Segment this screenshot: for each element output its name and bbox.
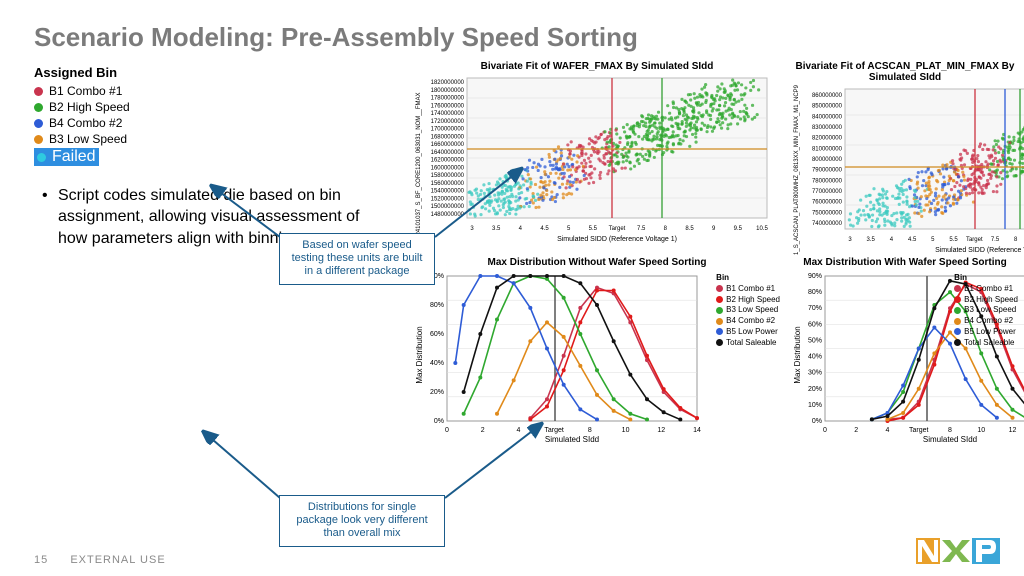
svg-text:1720000000: 1720000000 [431, 119, 465, 125]
chart-legend: BinB1 Combo #1B2 High SpeedB3 Low SpeedB… [954, 273, 1018, 349]
callout-distributions: Distributions for single package look ve… [279, 495, 445, 547]
x-axis-label: Simulated SIDD (Reference Voltage 1) [557, 236, 677, 243]
svg-text:90%: 90% [808, 273, 822, 280]
svg-text:80%: 80% [430, 302, 444, 309]
svg-text:800000000: 800000000 [812, 157, 843, 163]
svg-text:14: 14 [693, 427, 701, 434]
svg-text:0: 0 [823, 427, 827, 434]
svg-text:820000000: 820000000 [812, 136, 843, 142]
svg-text:7.5: 7.5 [991, 237, 1000, 243]
svg-text:8: 8 [1014, 237, 1018, 243]
svg-text:770000000: 770000000 [812, 189, 843, 195]
svg-text:8: 8 [664, 226, 668, 232]
svg-text:4: 4 [886, 427, 890, 434]
svg-text:1780000000: 1780000000 [431, 96, 465, 102]
callout-package: Based on wafer speed testing these units… [279, 233, 435, 285]
chart-title: Max Distribution With Wafer Speed Sortin… [790, 257, 1020, 268]
y-axis-label: 8001_S_ACSCAN_PLAT800MHZ_0813XX_MIN_FMAX… [794, 85, 800, 255]
svg-text:20%: 20% [808, 386, 822, 393]
legend-item: B2 High Speed [34, 100, 396, 114]
svg-text:50%: 50% [808, 337, 822, 344]
svg-text:5.5: 5.5 [589, 226, 598, 232]
svg-text:860000000: 860000000 [812, 93, 843, 99]
svg-text:8: 8 [948, 427, 952, 434]
svg-text:1740000000: 1740000000 [431, 111, 465, 117]
svg-text:5.5: 5.5 [949, 237, 958, 243]
page-title: Scenario Modeling: Pre-Assembly Speed So… [0, 0, 1024, 61]
svg-text:1820000000: 1820000000 [431, 80, 465, 86]
svg-text:60%: 60% [808, 321, 822, 328]
svg-text:12: 12 [657, 427, 665, 434]
svg-text:750000000: 750000000 [812, 210, 843, 216]
chart-legend: BinB1 Combo #1B2 High SpeedB3 Low SpeedB… [716, 273, 780, 349]
nxp-logo-icon [916, 534, 1002, 568]
svg-text:40%: 40% [808, 354, 822, 361]
svg-text:8: 8 [588, 427, 592, 434]
svg-text:30%: 30% [808, 370, 822, 377]
svg-text:12: 12 [1009, 427, 1017, 434]
chart-title: Max Distribution Without Wafer Speed Sor… [412, 257, 782, 268]
svg-text:4: 4 [890, 237, 894, 243]
x-axis-label: Simulated SIdd [545, 435, 599, 444]
svg-text:740000000: 740000000 [812, 221, 843, 227]
svg-text:40%: 40% [430, 360, 444, 367]
svg-text:790000000: 790000000 [812, 168, 843, 174]
svg-text:70%: 70% [808, 305, 822, 312]
svg-text:1640000000: 1640000000 [431, 150, 465, 156]
svg-text:Target: Target [544, 427, 564, 434]
legend-item: B3 Low Speed [34, 132, 396, 146]
legend-item: B1 Combo #1 [34, 84, 396, 98]
footer: 15 EXTERNAL USE [34, 554, 166, 566]
footer-label: EXTERNAL USE [70, 554, 165, 566]
svg-text:3: 3 [848, 237, 852, 243]
svg-text:5: 5 [931, 237, 935, 243]
svg-text:850000000: 850000000 [812, 104, 843, 110]
svg-text:1620000000: 1620000000 [431, 158, 465, 164]
svg-text:20%: 20% [430, 389, 444, 396]
svg-text:10: 10 [622, 427, 630, 434]
svg-text:1800000000: 1800000000 [431, 88, 465, 94]
y-axis-label: Max Distribution [415, 326, 424, 383]
svg-text:840000000: 840000000 [812, 114, 843, 120]
svg-text:1760000000: 1760000000 [431, 103, 465, 109]
y-axis-label: Max Distribution [793, 326, 802, 383]
legend-item: Failed [34, 148, 99, 166]
svg-text:Target: Target [909, 427, 929, 434]
y-axis-label: 24101037_S_BF_CORE1200_063031_NOM__FMAX [416, 92, 422, 235]
svg-text:60%: 60% [430, 331, 444, 338]
svg-text:810000000: 810000000 [812, 146, 843, 152]
svg-text:10: 10 [977, 427, 985, 434]
chart-dist-with-sorting: Max Distribution With Wafer Speed Sortin… [790, 257, 1020, 457]
svg-text:9: 9 [712, 226, 716, 232]
svg-text:4.5: 4.5 [540, 226, 549, 232]
chart-scatter-acscan-fmax: Bivariate Fit of ACSCAN_PLAT_MIN_FMAX By… [790, 61, 1020, 251]
svg-text:10.5: 10.5 [756, 226, 768, 232]
chart-title: Bivariate Fit of WAFER_FMAX By Simulated… [412, 61, 782, 72]
svg-text:760000000: 760000000 [812, 200, 843, 206]
svg-text:830000000: 830000000 [812, 125, 843, 131]
svg-text:7.5: 7.5 [637, 226, 646, 232]
svg-text:8.5: 8.5 [685, 226, 694, 232]
svg-text:2: 2 [854, 427, 858, 434]
page-number: 15 [34, 554, 48, 566]
svg-text:9.5: 9.5 [734, 226, 743, 232]
svg-text:10%: 10% [808, 402, 822, 409]
svg-text:3.5: 3.5 [867, 237, 876, 243]
svg-text:4.5: 4.5 [908, 237, 917, 243]
x-axis-label: Simulated SIdd [923, 435, 977, 444]
svg-text:1680000000: 1680000000 [431, 134, 465, 140]
svg-text:780000000: 780000000 [812, 178, 843, 184]
svg-text:0%: 0% [812, 418, 822, 425]
chart-title: Bivariate Fit of ACSCAN_PLAT_MIN_FMAX By… [790, 61, 1020, 83]
svg-text:1660000000: 1660000000 [431, 142, 465, 148]
svg-text:80%: 80% [808, 289, 822, 296]
svg-text:Target: Target [966, 237, 983, 243]
x-axis-label: Simulated SIDD (Reference Voltage 1) [935, 247, 1024, 254]
svg-text:Target: Target [609, 226, 626, 232]
svg-text:1700000000: 1700000000 [431, 127, 465, 133]
svg-text:5: 5 [567, 226, 571, 232]
legend-item: B4 Combo #2 [34, 116, 396, 130]
legend-title: Assigned Bin [34, 65, 396, 80]
